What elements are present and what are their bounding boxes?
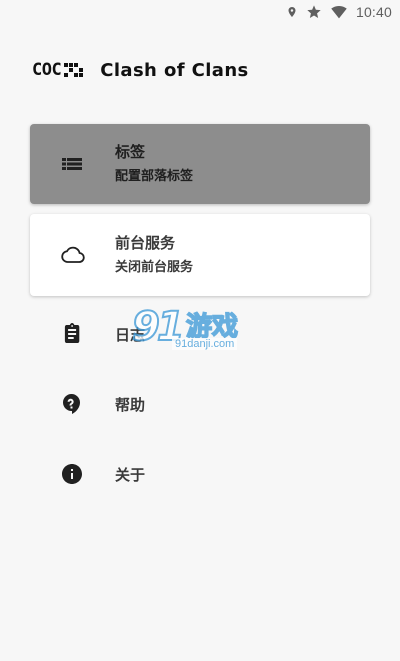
star-icon — [306, 4, 322, 20]
app-title: Clash of Clans — [100, 59, 249, 81]
status-bar: 10:40 — [0, 0, 400, 26]
status-time: 10:40 — [355, 4, 392, 20]
logo-mark-icon — [64, 63, 84, 77]
info-icon — [60, 462, 84, 486]
menu-item-foreground-service-title: 前台服务 — [115, 234, 176, 252]
app-header: COC Clash of Clans — [32, 58, 249, 82]
list-icon — [60, 152, 84, 176]
menu-item-log[interactable]: 日志 — [30, 306, 370, 362]
menu-item-help[interactable]: 帮助 — [30, 376, 370, 432]
menu-item-about-label: 关于 — [115, 465, 146, 484]
menu-item-log-label: 日志 — [115, 325, 146, 344]
status-icons: 10:40 — [286, 4, 392, 20]
menu-item-tags-text: 标签 配置部落标签 — [115, 142, 193, 186]
menu-item-help-label: 帮助 — [115, 395, 146, 414]
menu-item-foreground-service-subtitle: 关闭前台服务 — [115, 260, 194, 275]
app-logo: COC — [32, 59, 84, 81]
clipboard-icon — [60, 322, 84, 346]
location-icon — [286, 4, 298, 20]
menu-item-foreground-service-text: 前台服务 关闭前台服务 — [115, 233, 193, 277]
menu-item-about[interactable]: 关于 — [30, 446, 370, 502]
menu-item-tags-title: 标签 — [115, 143, 146, 161]
menu-item-tags-subtitle: 配置部落标签 — [115, 169, 194, 184]
wifi-icon — [330, 4, 348, 20]
menu-item-foreground-service[interactable]: 前台服务 关闭前台服务 — [30, 214, 370, 296]
help-icon — [60, 392, 84, 416]
menu-item-tags[interactable]: 标签 配置部落标签 — [30, 124, 370, 204]
cloud-icon — [60, 243, 85, 267]
logo-text: COC — [32, 60, 62, 80]
